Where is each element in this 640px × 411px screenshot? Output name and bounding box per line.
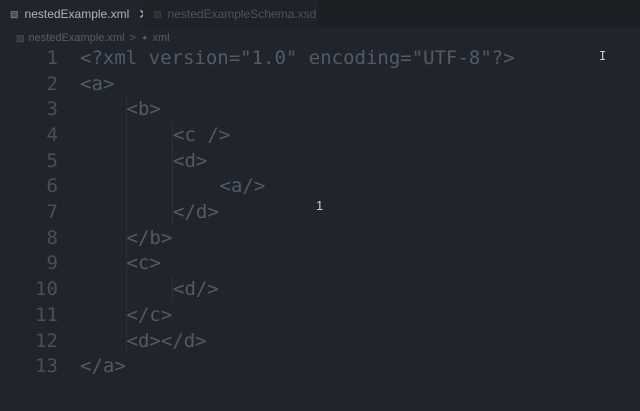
floating-number: 1 (316, 198, 324, 213)
line-number: 1 (46, 46, 58, 69)
line-number: 6 (46, 175, 58, 198)
code-text: <?xml version="1.0" encoding="UTF-8"?> (80, 46, 515, 69)
ibeam-cursor-icon: I (599, 49, 607, 63)
breadcrumb-separator: > (129, 32, 136, 44)
xml-file-icon: ▧ (10, 8, 19, 19)
line-number: 12 (35, 329, 58, 352)
code-text: <a> (80, 72, 115, 95)
code-text: <d> (173, 149, 208, 172)
xml-file-icon: ▧ (16, 32, 25, 43)
line-number: 4 (46, 123, 58, 146)
breadcrumb-file[interactable]: nestedExample.xml (29, 32, 125, 44)
code-text: <d></d> (126, 329, 207, 352)
line-number: 7 (46, 201, 58, 224)
indent-guide (172, 276, 173, 302)
code-line[interactable]: 1 <?xml version="1.0" encoding="UTF-8"?> (0, 45, 640, 71)
tab-nested-example-xml[interactable]: ▧ nestedExample.xml ✕ (0, 0, 150, 28)
code-line[interactable]: 4 <c /> (0, 122, 640, 148)
tab-label: nestedExample.xml (24, 7, 130, 21)
tab-bar: ▧ nestedExample.xml ✕ ▧ nestedExampleSch… (0, 0, 640, 28)
editor-window: ▧ nestedExample.xml ✕ ▧ nestedExampleSch… (0, 0, 640, 411)
line-number: 10 (35, 278, 58, 301)
code-text: <d/> (173, 278, 219, 301)
tab-label: nestedExampleSchema.xsd (167, 7, 317, 21)
code-line[interactable]: 8 </b> (0, 225, 640, 251)
code-line[interactable]: 3 <b> (0, 96, 640, 122)
code-editor[interactable]: 1 <?xml version="1.0" encoding="UTF-8"?> 2… (0, 45, 640, 411)
code-line[interactable]: 13 </a> (0, 353, 640, 379)
line-number: 8 (46, 226, 58, 249)
line-number: 5 (46, 149, 58, 172)
code-text: <a/> (219, 175, 266, 198)
code-line[interactable]: 2 <a> (0, 71, 640, 97)
code-text: </b> (126, 226, 173, 249)
line-number: 9 (46, 252, 58, 275)
tab-nested-example-schema-xsd[interactable]: ▧ nestedExampleSchema.xsd (143, 0, 318, 28)
code-text: <c> (126, 252, 161, 275)
breadcrumb: ▧ nestedExample.xml > ✦ xml (16, 31, 170, 45)
line-number: 13 (35, 355, 58, 378)
indent-guide (172, 122, 173, 225)
code-text: </a> (80, 355, 126, 378)
code-text: <c /> (173, 123, 231, 146)
code-line[interactable]: 5 <d> (0, 148, 640, 174)
indent-guide (125, 96, 127, 354)
code-line[interactable]: 12 <d></d> (0, 328, 640, 354)
element-node-icon: ✦ (140, 32, 149, 43)
code-text: </d> (173, 201, 219, 224)
line-number: 2 (46, 72, 58, 95)
xsd-file-icon: ▧ (153, 8, 162, 19)
code-line[interactable]: 6 <a/> (0, 174, 640, 200)
breadcrumb-node[interactable]: xml (153, 32, 170, 44)
code-line[interactable]: 11 </c> (0, 302, 640, 328)
code-text: </c> (126, 303, 173, 326)
line-number: 3 (46, 98, 58, 121)
code-line[interactable]: 9 <c> (0, 251, 640, 277)
code-text: <b> (126, 98, 161, 121)
line-number: 11 (35, 303, 58, 326)
code-line[interactable]: 10 <d/> (0, 276, 640, 302)
